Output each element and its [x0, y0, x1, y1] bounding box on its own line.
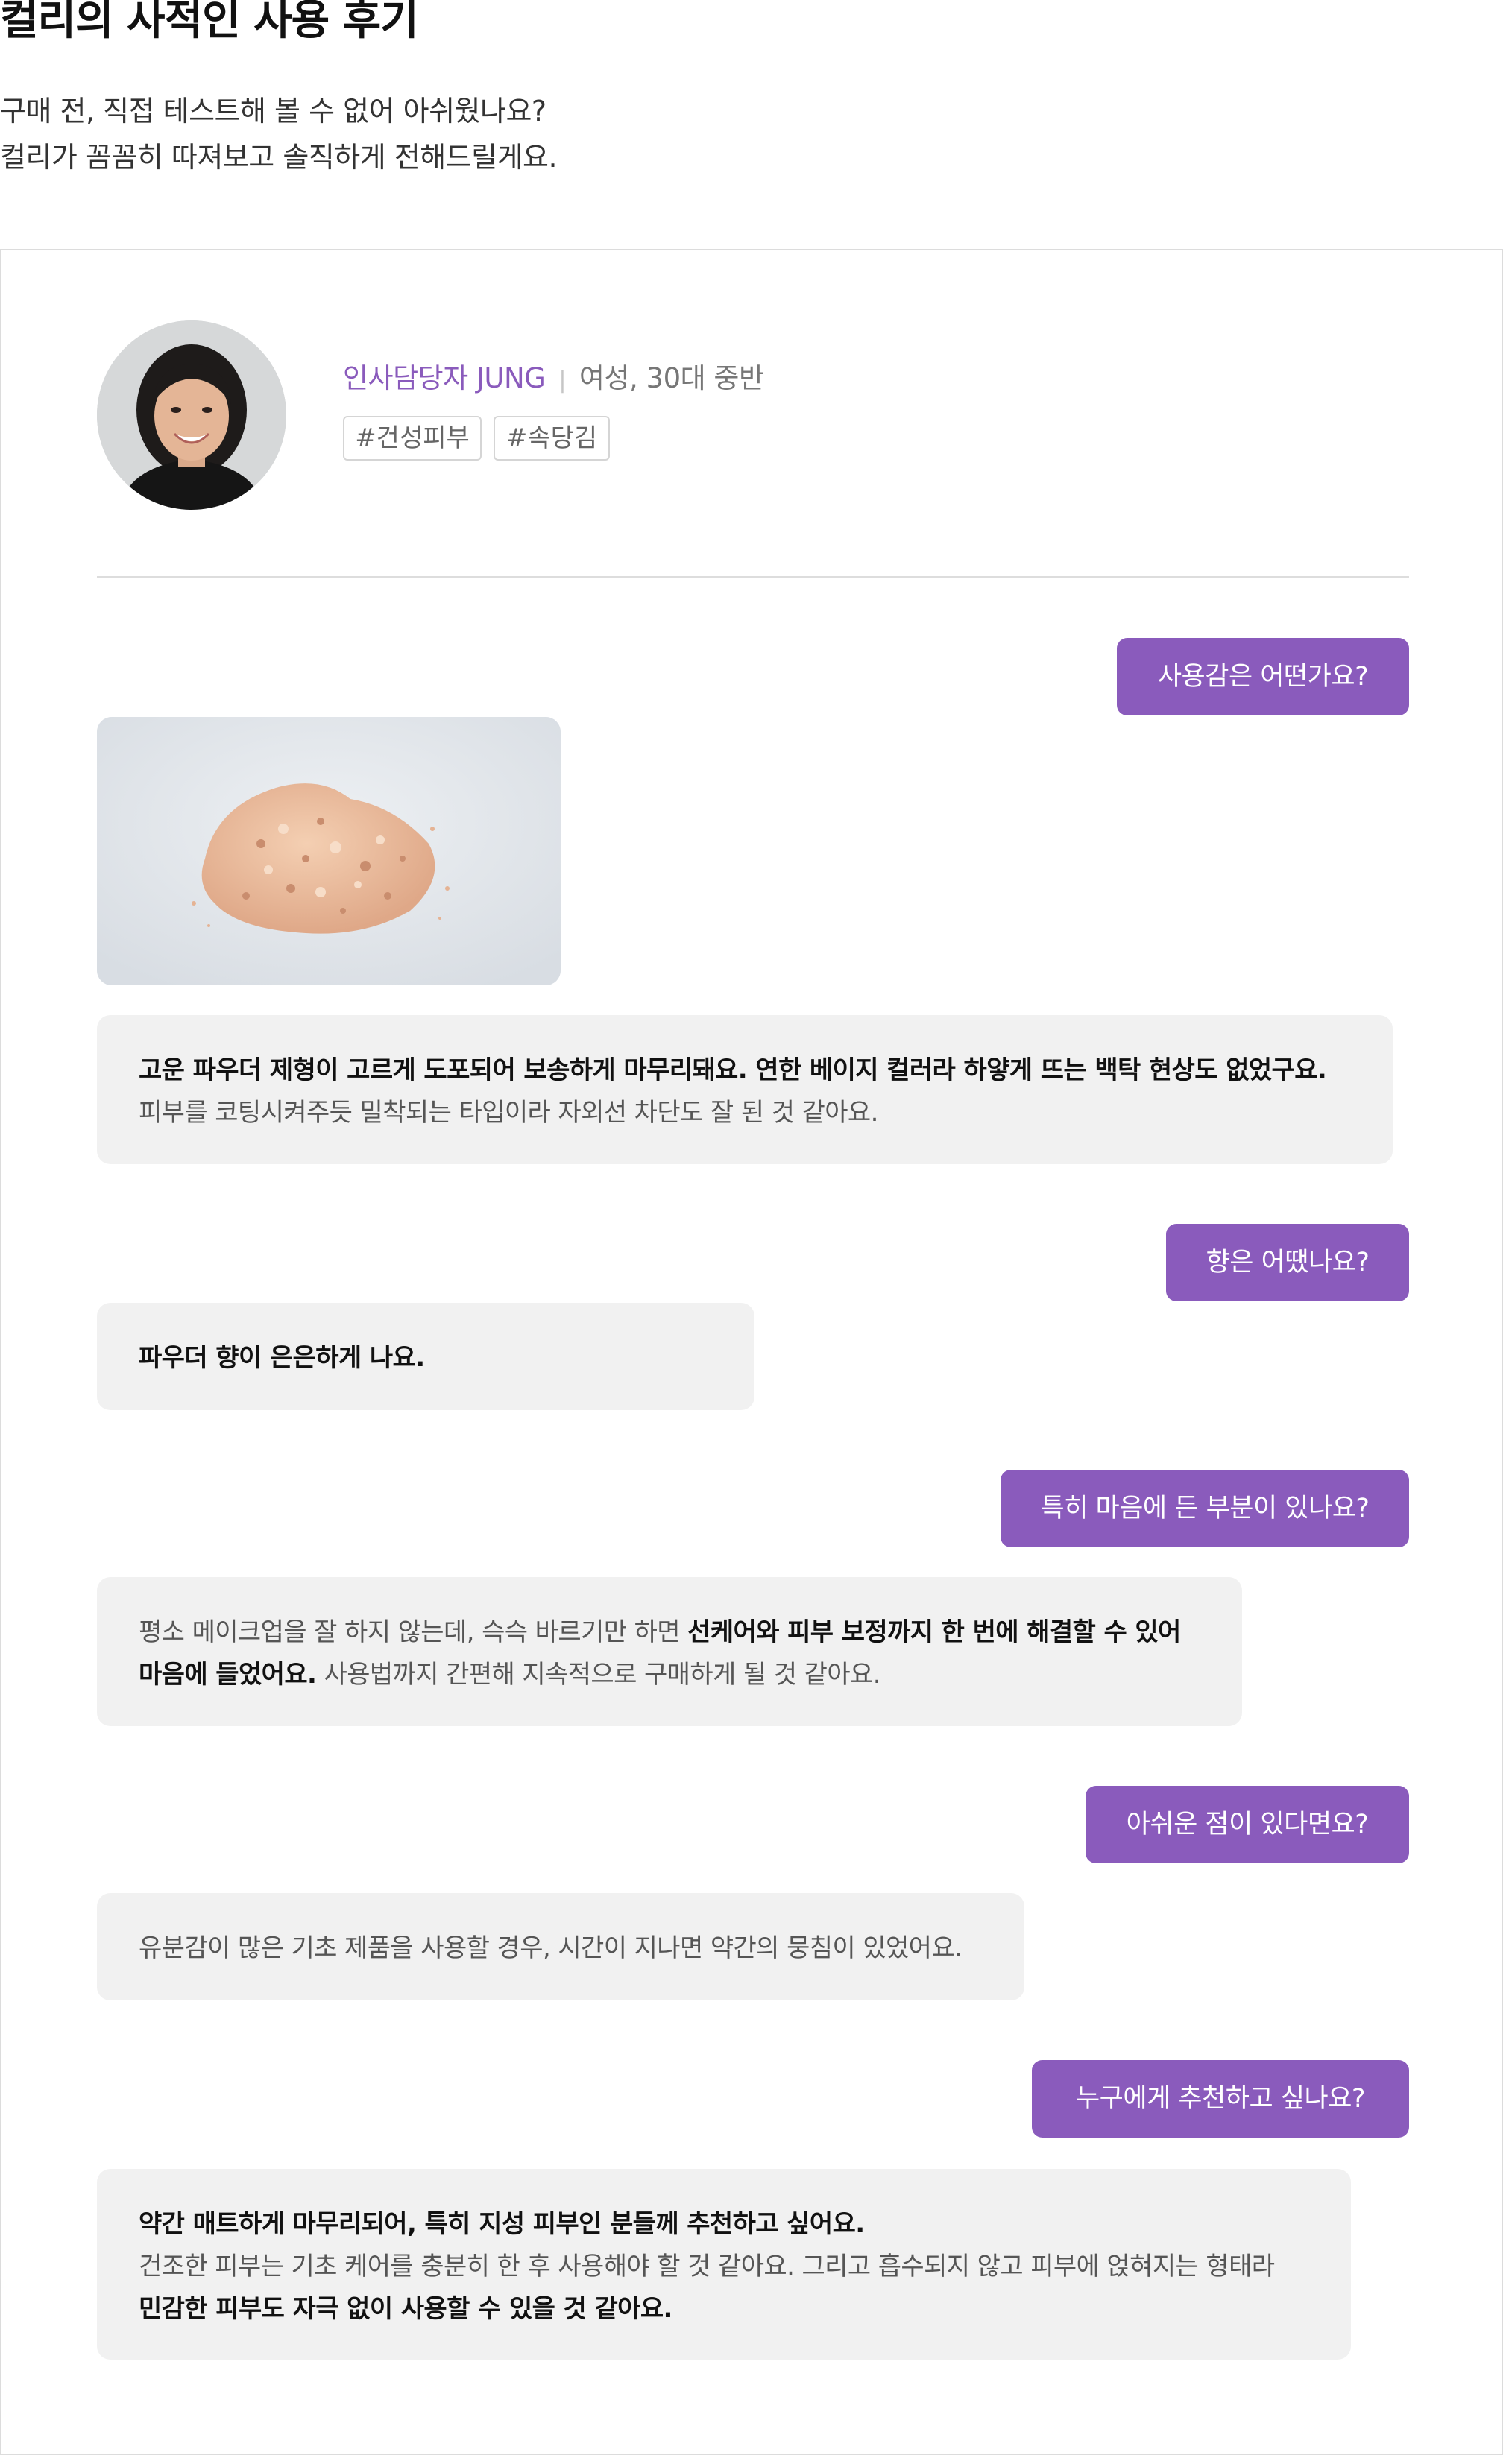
- reviewer-avatar: [97, 320, 286, 510]
- answer-favorite-line-1: 평소 메이크업을 잘 하지 않는데, 슥슥 바르기만 하면 선케어와 피부 보정…: [139, 1617, 1181, 1647]
- answer-recommend-line-2: 건조한 피부는 기초 케어를 충분히 한 후 사용해야 할 것 같아요. 그리고…: [139, 2252, 1275, 2281]
- reviewer-avatar-icon: [97, 320, 286, 510]
- reviewer-demographic: 여성, 30대 중반: [579, 362, 764, 394]
- reviewer-tag-tightness: #속당김: [494, 416, 610, 461]
- reviewer-role: 인사담당자 JUNG: [343, 362, 546, 394]
- page-title: 컬리의 사적인 사용 후기: [0, 0, 419, 45]
- section-divider: [97, 576, 1409, 578]
- answer-downside-line-1: 유분감이 많은 기초 제품을 사용할 경우, 시간이 지나면 약간의 뭉침이 있…: [139, 1933, 962, 1963]
- intro-line-2: 컬리가 꼼꼼히 따져보고 솔직하게 전해드릴게요.: [0, 141, 558, 174]
- answer-bubble-texture: 고운 파우더 제형이 고르게 도포되어 보송하게 마무리돼요. 연한 베이지 컬…: [97, 1015, 1393, 1164]
- answer-bubble-scent: 파우더 향이 은은하게 나요.: [97, 1303, 754, 1410]
- product-photo: [97, 717, 561, 985]
- question-bubble-texture: 사용감은 어떤가요?: [1117, 638, 1409, 715]
- answer-bubble-favorite: 평소 메이크업을 잘 하지 않는데, 슥슥 바르기만 하면 선케어와 피부 보정…: [97, 1577, 1242, 1726]
- question-bubble-scent: 향은 어땠나요?: [1166, 1224, 1409, 1301]
- powder-product-photo-icon: [97, 717, 561, 985]
- intro-line-1: 구매 전, 직접 테스트해 볼 수 없어 아쉬웠나요?: [0, 95, 546, 127]
- answer-texture-line-2: 피부를 코팅시켜주듯 밀착되는 타입이라 자외선 차단도 잘 된 것 같아요.: [139, 1098, 878, 1128]
- answer-recommend-line-1: 약간 매트하게 마무리되어, 특히 지성 피부인 분들께 추천하고 싶어요.: [139, 2209, 865, 2239]
- answer-bubble-recommend: 약간 매트하게 마무리되어, 특히 지성 피부인 분들께 추천하고 싶어요. 건…: [97, 2169, 1351, 2360]
- answer-bubble-downside: 유분감이 많은 기초 제품을 사용할 경우, 시간이 지나면 약간의 뭉침이 있…: [97, 1893, 1024, 2000]
- question-bubble-downside: 아쉬운 점이 있다면요?: [1086, 1786, 1409, 1863]
- question-bubble-favorite: 특히 마음에 든 부분이 있나요?: [1001, 1470, 1409, 1547]
- answer-texture-line-1: 고운 파우더 제형이 고르게 도포되어 보송하게 마무리돼요. 연한 베이지 컬…: [139, 1055, 1327, 1085]
- question-bubble-recommend: 누구에게 추천하고 싶나요?: [1032, 2060, 1409, 2138]
- answer-favorite-line-2: 마음에 들었어요. 사용법까지 간편해 지속적으로 구매하게 될 것 같아요.: [139, 1660, 881, 1690]
- separator: |: [558, 367, 566, 394]
- reviewer-info: 인사담당자 JUNG | 여성, 30대 중반: [343, 361, 764, 399]
- reviewer-tag-dry-skin: #건성피부: [343, 416, 482, 461]
- answer-scent-line-1: 파우더 향이 은은하게 나요.: [139, 1343, 425, 1373]
- answer-recommend-line-3: 민감한 피부도 자극 없이 사용할 수 있을 것 같아요.: [139, 2294, 672, 2324]
